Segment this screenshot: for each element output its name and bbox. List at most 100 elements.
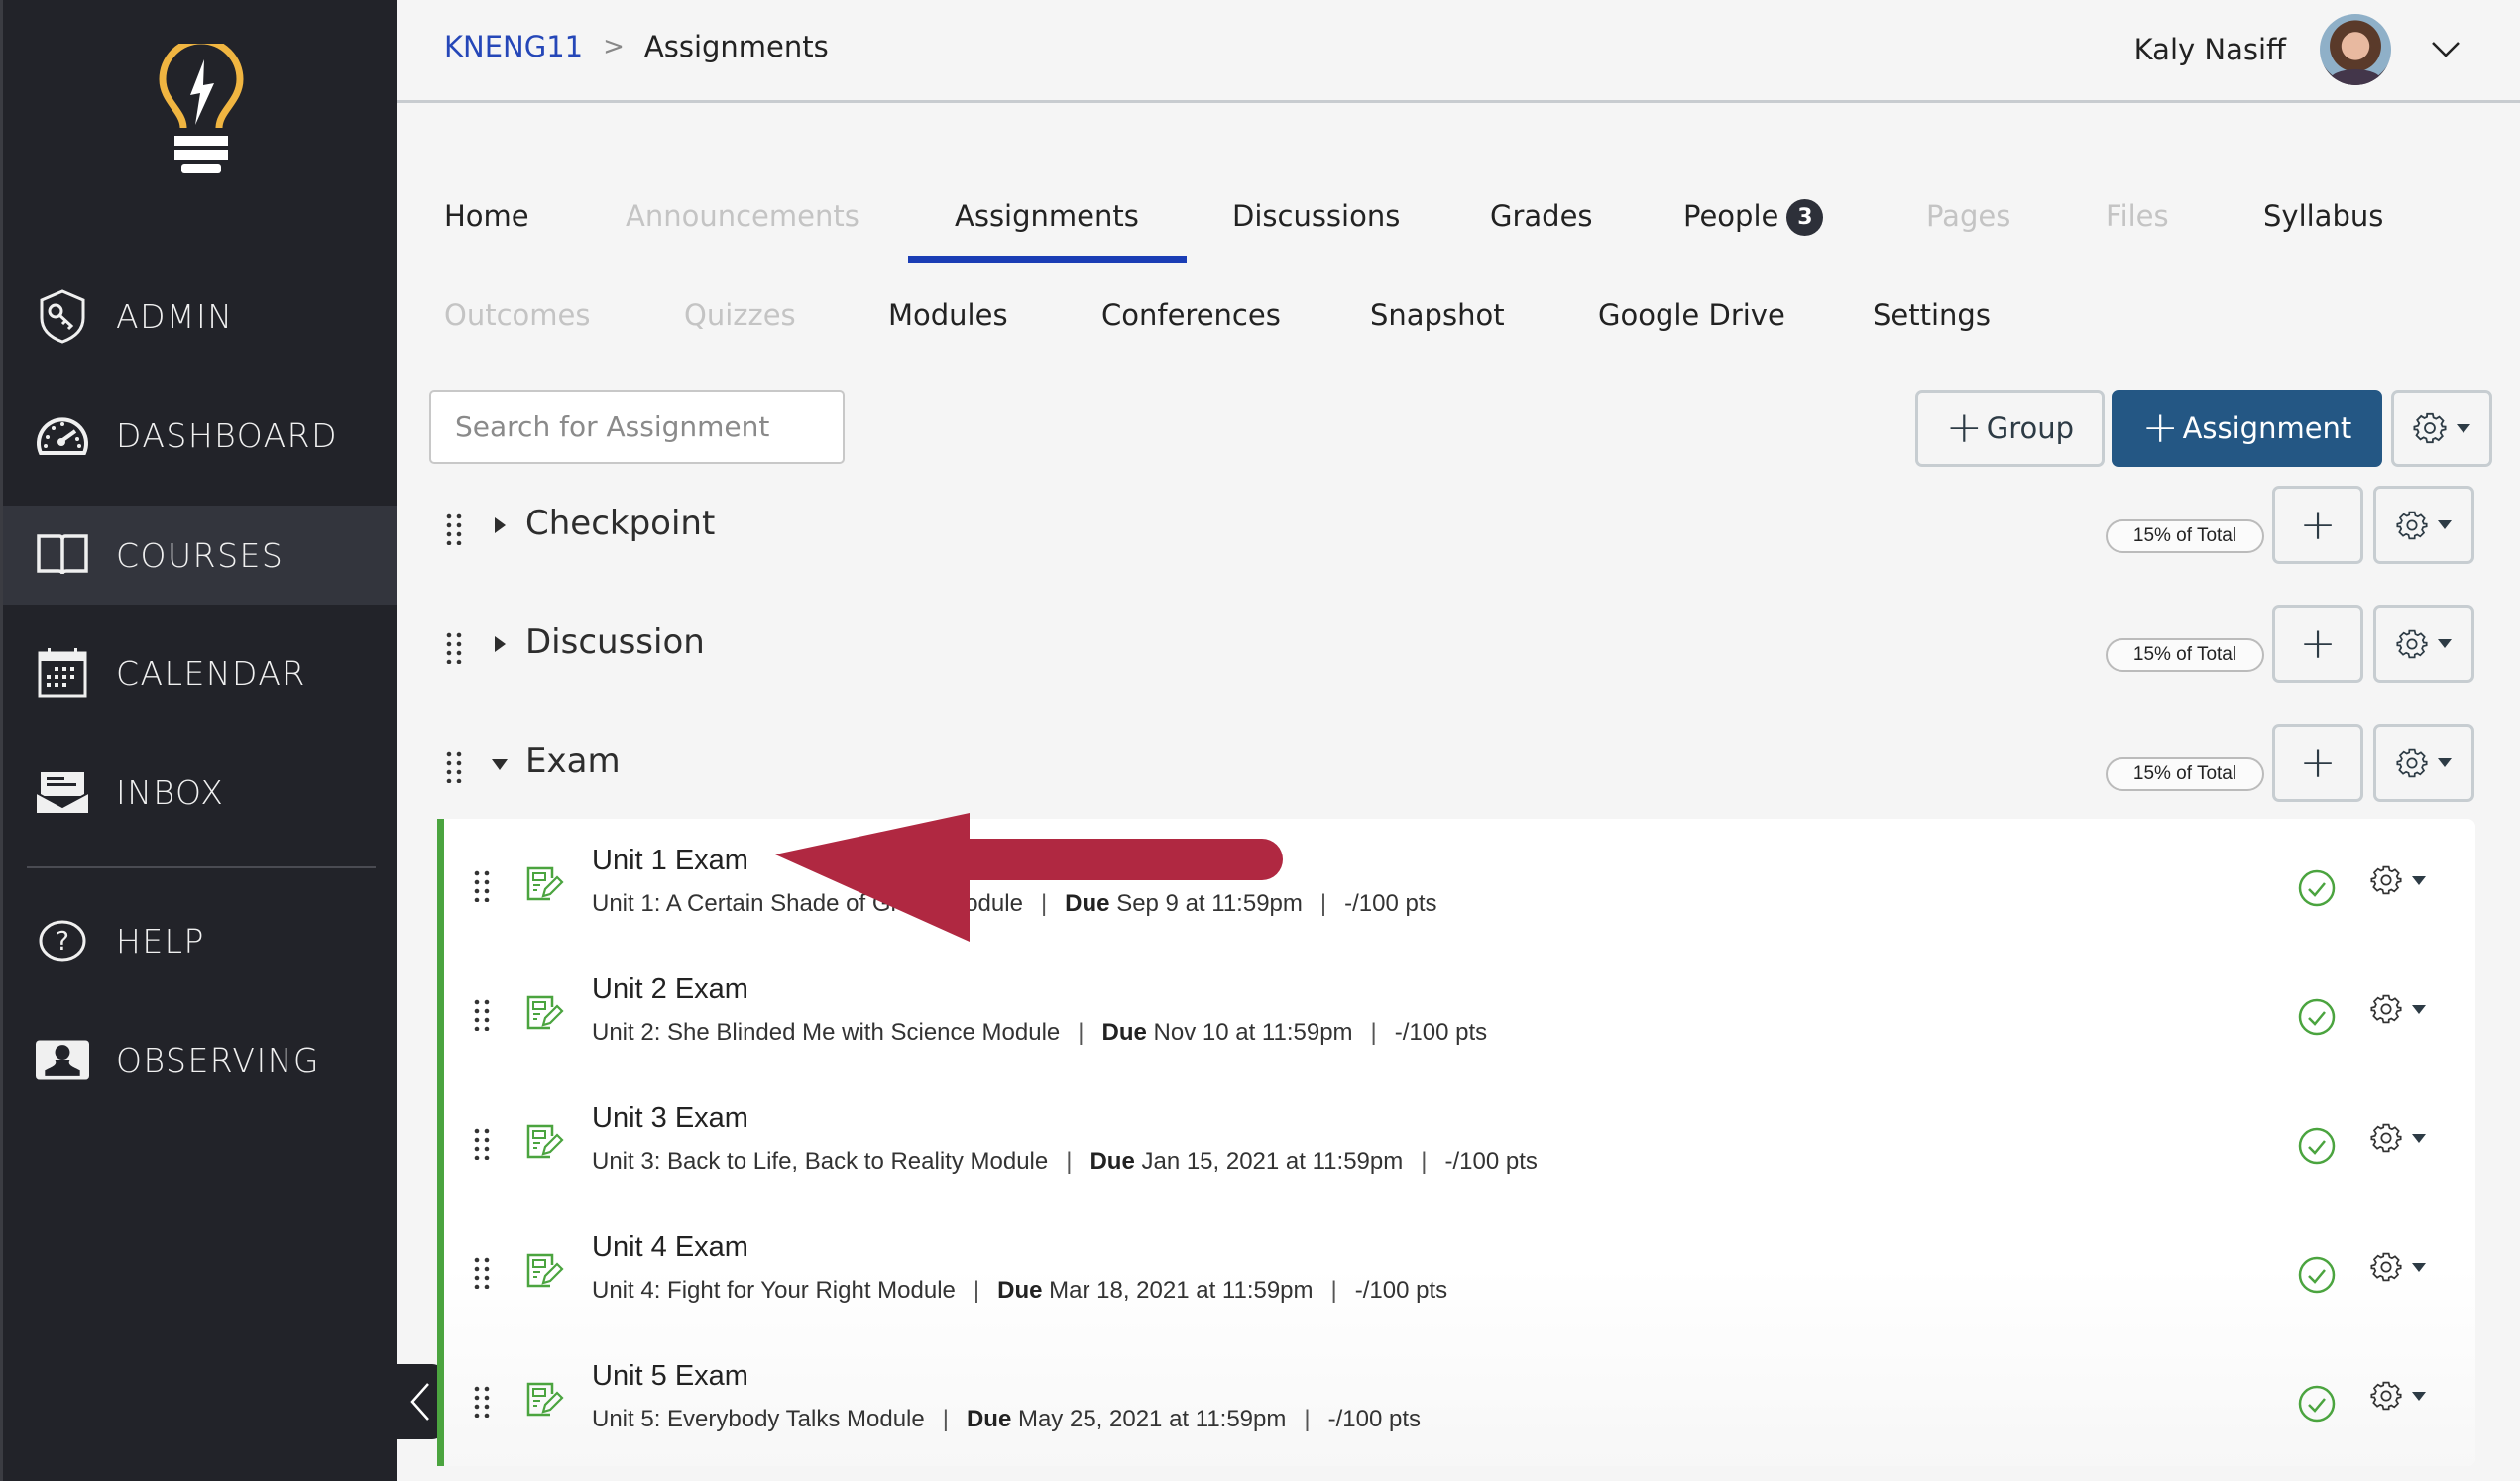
points: -/100 pts [1444, 1148, 1538, 1175]
breadcrumb-course-link[interactable]: KNENG11 [444, 30, 583, 63]
exam-assignment-list: Unit 1 Exam Unit 1: A Certain Shade of G… [437, 819, 2475, 1466]
group-settings-button[interactable] [2373, 724, 2474, 802]
sidebar-item-observing[interactable]: OBSERVING [3, 1010, 397, 1109]
assignment-row[interactable]: Unit 2 Exam Unit 2: She Blinded Me with … [444, 948, 2475, 1077]
assignment-group-discussion[interactable]: Discussion 15% of Total + [429, 605, 2491, 684]
tab-settings[interactable]: Settings [1873, 298, 1991, 332]
gear-icon [2370, 1381, 2402, 1411]
published-check-icon[interactable] [2297, 1384, 2337, 1424]
assignment-group-checkpoint[interactable]: Checkpoint 15% of Total + [429, 486, 2491, 565]
drag-handle-icon[interactable] [446, 632, 462, 664]
sidebar-item-dashboard[interactable]: DASHBOARD [3, 386, 397, 485]
group-title[interactable]: Checkpoint [525, 504, 715, 543]
drag-handle-icon[interactable] [474, 870, 490, 902]
gear-icon [2370, 865, 2402, 895]
assignments-settings-button[interactable] [2391, 390, 2492, 467]
assignment-group-exam[interactable]: Exam 15% of Total + [429, 724, 2491, 803]
tab-conferences[interactable]: Conferences [1101, 298, 1281, 332]
breadcrumb: KNENG11 > Assignments [444, 30, 829, 63]
person-icon [36, 1033, 89, 1086]
sidebar-item-admin[interactable]: ADMIN [3, 267, 397, 366]
group-settings-button[interactable] [2373, 605, 2474, 683]
tab-announcements[interactable]: Announcements [626, 199, 859, 233]
tab-pages[interactable]: Pages [1926, 199, 2010, 233]
tab-grades[interactable]: Grades [1490, 199, 1593, 233]
avatar[interactable] [2320, 14, 2391, 85]
drag-handle-icon[interactable] [474, 999, 490, 1031]
group-settings-button[interactable] [2373, 486, 2474, 564]
tab-files[interactable]: Files [2106, 199, 2169, 233]
exam-assignment-icon [526, 1124, 564, 1159]
people-count-badge: 3 [1786, 199, 1824, 236]
drag-handle-icon[interactable] [474, 1386, 490, 1418]
exam-assignment-icon [526, 1382, 564, 1417]
sidebar-item-label: DASHBOARD [116, 415, 339, 455]
tab-people[interactable]: People 3 [1683, 199, 1824, 236]
lightbulb-logo[interactable] [157, 44, 246, 177]
assignment-title-link[interactable]: Unit 3 Exam [592, 1102, 748, 1135]
sidebar-item-courses[interactable]: COURSES [3, 506, 397, 605]
published-check-icon[interactable] [2297, 868, 2337, 908]
drag-handle-icon[interactable] [474, 1128, 490, 1160]
plus-icon: + [2299, 499, 2337, 550]
tab-google-drive[interactable]: Google Drive [1598, 298, 1785, 332]
drag-handle-icon[interactable] [446, 513, 462, 545]
group-title[interactable]: Discussion [525, 623, 705, 662]
due-label: Due [1089, 1148, 1135, 1175]
assignment-meta: Unit 3: Back to Life, Back to Reality Mo… [592, 1148, 1538, 1175]
tab-home[interactable]: Home [444, 199, 529, 233]
assignment-settings-button[interactable] [2370, 864, 2426, 896]
chevron-down-icon[interactable] [2431, 41, 2461, 58]
caret-right-icon[interactable] [495, 636, 506, 652]
due-label: Due [1101, 1019, 1147, 1046]
assignment-row[interactable]: Unit 3 Exam Unit 3: Back to Life, Back t… [444, 1077, 2475, 1205]
assignment-title-link[interactable]: Unit 4 Exam [592, 1231, 748, 1264]
caret-right-icon[interactable] [495, 517, 506, 533]
add-assignment-to-group-button[interactable]: + [2272, 486, 2363, 564]
gear-icon [2370, 1252, 2402, 1282]
user-menu[interactable]: Kaly Nasiff [2134, 14, 2461, 85]
published-check-icon[interactable] [2297, 1126, 2337, 1166]
assignment-settings-button[interactable] [2370, 1251, 2426, 1283]
drag-handle-icon[interactable] [474, 1257, 490, 1289]
sidebar-item-calendar[interactable]: CALENDAR [3, 624, 397, 723]
caret-down-icon [2412, 1262, 2426, 1272]
tab-quizzes[interactable]: Quizzes [684, 298, 796, 332]
tab-discussions[interactable]: Discussions [1232, 199, 1400, 233]
assignment-title-link[interactable]: Unit 1 Exam [592, 845, 748, 877]
sidebar-item-inbox[interactable]: INBOX [3, 742, 397, 842]
add-assignment-button[interactable]: + Assignment [2112, 390, 2382, 467]
tab-snapshot[interactable]: Snapshot [1370, 298, 1505, 332]
add-assignment-to-group-button[interactable]: + [2272, 605, 2363, 683]
search-assignment-input[interactable] [429, 390, 845, 464]
tab-modules[interactable]: Modules [888, 298, 1008, 332]
due-date: Mar 18, 2021 at 11:59pm [1049, 1277, 1314, 1304]
assignment-row[interactable]: Unit 1 Exam Unit 1: A Certain Shade of G… [444, 819, 2475, 948]
assignment-settings-button[interactable] [2370, 1122, 2426, 1154]
group-weight-badge: 15% of Total [2106, 519, 2264, 553]
caret-down-icon[interactable] [492, 759, 508, 770]
envelope-icon [36, 765, 89, 819]
assignment-settings-button[interactable] [2370, 1380, 2426, 1412]
published-check-icon[interactable] [2297, 1255, 2337, 1295]
tab-outcomes[interactable]: Outcomes [444, 298, 590, 332]
tab-syllabus[interactable]: Syllabus [2263, 199, 2383, 233]
group-title[interactable]: Exam [525, 741, 621, 781]
sidebar-item-help[interactable]: ? HELP [3, 891, 397, 990]
drag-handle-icon[interactable] [446, 751, 462, 783]
assignment-row[interactable]: Unit 5 Exam Unit 5: Everybody Talks Modu… [444, 1334, 2475, 1463]
caret-down-icon [2438, 758, 2452, 767]
assignment-title-link[interactable]: Unit 5 Exam [592, 1360, 748, 1393]
published-check-icon[interactable] [2297, 997, 2337, 1037]
svg-text:?: ? [56, 927, 69, 957]
assignment-settings-button[interactable] [2370, 993, 2426, 1025]
assignment-row[interactable]: Unit 4 Exam Unit 4: Fight for Your Right… [444, 1205, 2475, 1334]
sidebar-item-label: OBSERVING [116, 1040, 320, 1080]
add-assignment-to-group-button[interactable]: + [2272, 724, 2363, 802]
assignment-title-link[interactable]: Unit 2 Exam [592, 973, 748, 1006]
tab-assignments[interactable]: Assignments [955, 199, 1139, 233]
sidebar-item-label: HELP [116, 921, 205, 961]
group-weight-badge: 15% of Total [2106, 638, 2264, 672]
add-group-button[interactable]: + Group [1915, 390, 2105, 467]
add-assignment-label: Assignment [2182, 411, 2352, 445]
